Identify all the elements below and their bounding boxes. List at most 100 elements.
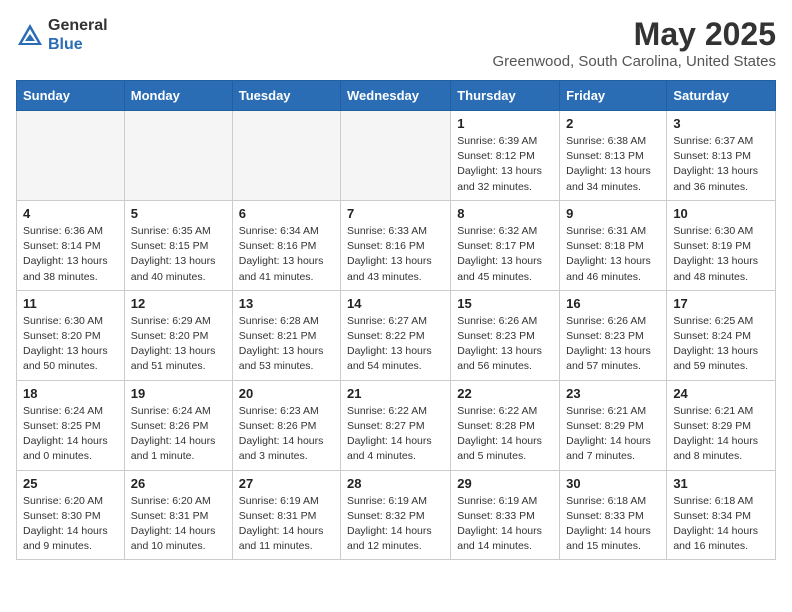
- calendar-cell: 29 Sunrise: 6:19 AM Sunset: 8:33 PM Dayli…: [451, 470, 560, 560]
- day-info: Sunrise: 6:21 AM Sunset: 8:29 PM Dayligh…: [673, 404, 769, 465]
- day-info: Sunrise: 6:20 AM Sunset: 8:31 PM Dayligh…: [131, 494, 226, 555]
- calendar-table: SundayMondayTuesdayWednesdayThursdayFrid…: [16, 80, 776, 560]
- calendar-cell: 22 Sunrise: 6:22 AM Sunset: 8:28 PM Dayli…: [451, 380, 560, 470]
- calendar-cell: [17, 111, 125, 201]
- day-info: Sunrise: 6:22 AM Sunset: 8:27 PM Dayligh…: [347, 404, 444, 465]
- calendar-cell: 31Sunrise: 6:18 AM Sunset: 8:34 PM Dayli…: [667, 470, 776, 560]
- day-number: 9: [566, 206, 660, 221]
- calendar-cell: 12 Sunrise: 6:29 AM Sunset: 8:20 PM Dayli…: [124, 290, 232, 380]
- day-number: 1: [457, 116, 553, 131]
- day-number: 21: [347, 386, 444, 401]
- day-info: Sunrise: 6:31 AM Sunset: 8:18 PM Dayligh…: [566, 224, 660, 285]
- calendar-cell: 30 Sunrise: 6:18 AM Sunset: 8:33 PM Dayli…: [560, 470, 667, 560]
- day-number: 5: [131, 206, 226, 221]
- calendar-cell: 2Sunrise: 6:38 AM Sunset: 8:13 PM Daylig…: [560, 111, 667, 201]
- calendar-cell: 8Sunrise: 6:32 AM Sunset: 8:17 PM Daylig…: [451, 200, 560, 290]
- day-info: Sunrise: 6:18 AM Sunset: 8:33 PM Dayligh…: [566, 494, 660, 555]
- logo-icon: [16, 21, 44, 49]
- day-number: 16: [566, 296, 660, 311]
- day-number: 20: [239, 386, 334, 401]
- day-info: Sunrise: 6:21 AM Sunset: 8:29 PM Dayligh…: [566, 404, 660, 465]
- calendar-title: May 2025: [493, 16, 777, 53]
- calendar-cell: 13 Sunrise: 6:28 AM Sunset: 8:21 PM Dayli…: [232, 290, 340, 380]
- calendar-cell: 20Sunrise: 6:23 AM Sunset: 8:26 PM Dayli…: [232, 380, 340, 470]
- day-info: Sunrise: 6:30 AM Sunset: 8:20 PM Dayligh…: [23, 314, 118, 375]
- calendar-cell: 21 Sunrise: 6:22 AM Sunset: 8:27 PM Dayli…: [341, 380, 451, 470]
- calendar-cell: 19Sunrise: 6:24 AM Sunset: 8:26 PM Dayli…: [124, 380, 232, 470]
- day-info: Sunrise: 6:27 AM Sunset: 8:22 PM Dayligh…: [347, 314, 444, 375]
- day-number: 23: [566, 386, 660, 401]
- day-number: 15: [457, 296, 553, 311]
- day-number: 22: [457, 386, 553, 401]
- day-info: Sunrise: 6:39 AM Sunset: 8:12 PM Dayligh…: [457, 134, 553, 195]
- day-number: 28: [347, 476, 444, 491]
- column-header-wednesday: Wednesday: [341, 81, 451, 111]
- calendar-cell: 11 Sunrise: 6:30 AM Sunset: 8:20 PM Dayli…: [17, 290, 125, 380]
- day-info: Sunrise: 6:26 AM Sunset: 8:23 PM Dayligh…: [457, 314, 553, 375]
- calendar-cell: 27 Sunrise: 6:19 AM Sunset: 8:31 PM Dayli…: [232, 470, 340, 560]
- calendar-cell: 9 Sunrise: 6:31 AM Sunset: 8:18 PM Daylig…: [560, 200, 667, 290]
- calendar-cell: 15 Sunrise: 6:26 AM Sunset: 8:23 PM Dayli…: [451, 290, 560, 380]
- day-info: Sunrise: 6:33 AM Sunset: 8:16 PM Dayligh…: [347, 224, 444, 285]
- calendar-cell: [124, 111, 232, 201]
- day-number: 3: [673, 116, 769, 131]
- day-info: Sunrise: 6:36 AM Sunset: 8:14 PM Dayligh…: [23, 224, 118, 285]
- calendar-cell: 1 Sunrise: 6:39 AM Sunset: 8:12 PM Daylig…: [451, 111, 560, 201]
- calendar-cell: 4Sunrise: 6:36 AM Sunset: 8:14 PM Daylig…: [17, 200, 125, 290]
- day-number: 27: [239, 476, 334, 491]
- calendar-week-1: 1 Sunrise: 6:39 AM Sunset: 8:12 PM Daylig…: [17, 111, 776, 201]
- calendar-cell: [232, 111, 340, 201]
- day-info: Sunrise: 6:38 AM Sunset: 8:13 PM Dayligh…: [566, 134, 660, 195]
- column-header-sunday: Sunday: [17, 81, 125, 111]
- calendar-cell: 3 Sunrise: 6:37 AM Sunset: 8:13 PM Daylig…: [667, 111, 776, 201]
- day-info: Sunrise: 6:34 AM Sunset: 8:16 PM Dayligh…: [239, 224, 334, 285]
- day-number: 12: [131, 296, 226, 311]
- calendar-cell: 28Sunrise: 6:19 AM Sunset: 8:32 PM Dayli…: [341, 470, 451, 560]
- calendar-cell: 18 Sunrise: 6:24 AM Sunset: 8:25 PM Dayli…: [17, 380, 125, 470]
- day-info: Sunrise: 6:19 AM Sunset: 8:31 PM Dayligh…: [239, 494, 334, 555]
- calendar-cell: 10 Sunrise: 6:30 AM Sunset: 8:19 PM Dayli…: [667, 200, 776, 290]
- calendar-week-2: 4Sunrise: 6:36 AM Sunset: 8:14 PM Daylig…: [17, 200, 776, 290]
- page-header: General Blue May 2025 Greenwood, South C…: [16, 16, 776, 70]
- day-info: Sunrise: 6:29 AM Sunset: 8:20 PM Dayligh…: [131, 314, 226, 375]
- calendar-cell: 7 Sunrise: 6:33 AM Sunset: 8:16 PM Daylig…: [341, 200, 451, 290]
- column-header-thursday: Thursday: [451, 81, 560, 111]
- day-info: Sunrise: 6:18 AM Sunset: 8:34 PM Dayligh…: [673, 494, 769, 555]
- day-number: 24: [673, 386, 769, 401]
- day-number: 30: [566, 476, 660, 491]
- logo: General Blue: [16, 16, 108, 54]
- day-number: 26: [131, 476, 226, 491]
- calendar-cell: [341, 111, 451, 201]
- day-info: Sunrise: 6:22 AM Sunset: 8:28 PM Dayligh…: [457, 404, 553, 465]
- calendar-cell: 6 Sunrise: 6:34 AM Sunset: 8:16 PM Daylig…: [232, 200, 340, 290]
- title-block: May 2025 Greenwood, South Carolina, Unit…: [493, 16, 777, 70]
- day-number: 10: [673, 206, 769, 221]
- day-number: 29: [457, 476, 553, 491]
- day-info: Sunrise: 6:28 AM Sunset: 8:21 PM Dayligh…: [239, 314, 334, 375]
- day-number: 14: [347, 296, 444, 311]
- column-header-saturday: Saturday: [667, 81, 776, 111]
- logo-blue: Blue: [48, 35, 108, 54]
- day-number: 13: [239, 296, 334, 311]
- calendar-cell: 26 Sunrise: 6:20 AM Sunset: 8:31 PM Dayli…: [124, 470, 232, 560]
- day-info: Sunrise: 6:20 AM Sunset: 8:30 PM Dayligh…: [23, 494, 118, 555]
- day-info: Sunrise: 6:24 AM Sunset: 8:25 PM Dayligh…: [23, 404, 118, 465]
- calendar-cell: 14 Sunrise: 6:27 AM Sunset: 8:22 PM Dayli…: [341, 290, 451, 380]
- calendar-cell: 24 Sunrise: 6:21 AM Sunset: 8:29 PM Dayli…: [667, 380, 776, 470]
- day-info: Sunrise: 6:35 AM Sunset: 8:15 PM Dayligh…: [131, 224, 226, 285]
- calendar-subtitle: Greenwood, South Carolina, United States: [493, 53, 777, 70]
- day-number: 11: [23, 296, 118, 311]
- calendar-week-3: 11 Sunrise: 6:30 AM Sunset: 8:20 PM Dayli…: [17, 290, 776, 380]
- day-number: 7: [347, 206, 444, 221]
- day-number: 25: [23, 476, 118, 491]
- day-info: Sunrise: 6:26 AM Sunset: 8:23 PM Dayligh…: [566, 314, 660, 375]
- day-info: Sunrise: 6:30 AM Sunset: 8:19 PM Dayligh…: [673, 224, 769, 285]
- day-number: 18: [23, 386, 118, 401]
- day-number: 8: [457, 206, 553, 221]
- calendar-cell: 25 Sunrise: 6:20 AM Sunset: 8:30 PM Dayli…: [17, 470, 125, 560]
- calendar-cell: 5 Sunrise: 6:35 AM Sunset: 8:15 PM Daylig…: [124, 200, 232, 290]
- calendar-week-4: 18 Sunrise: 6:24 AM Sunset: 8:25 PM Dayli…: [17, 380, 776, 470]
- day-number: 6: [239, 206, 334, 221]
- day-info: Sunrise: 6:37 AM Sunset: 8:13 PM Dayligh…: [673, 134, 769, 195]
- day-info: Sunrise: 6:19 AM Sunset: 8:33 PM Dayligh…: [457, 494, 553, 555]
